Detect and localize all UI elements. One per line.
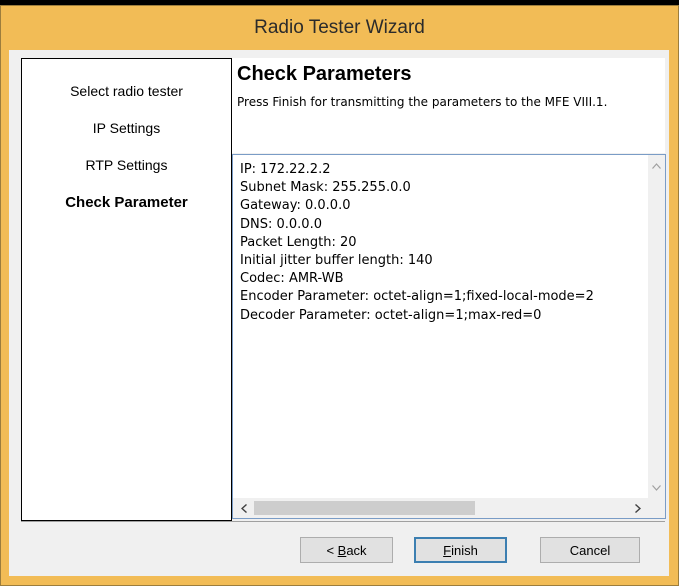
horizontal-scrollbar[interactable] [233, 498, 648, 518]
parameter-line: Gateway: 0.0.0.0 [240, 198, 351, 214]
finish-button-mnemonic: F [443, 542, 452, 558]
wizard-client-area: Select radio tester IP Settings RTP Sett… [9, 50, 669, 576]
chevron-down-icon[interactable] [648, 479, 665, 496]
parameter-line: Packet Length: 20 [240, 234, 357, 250]
step-select-radio-tester: Select radio tester [70, 83, 183, 99]
horizontal-scroll-thumb[interactable] [254, 501, 475, 515]
page-description: Press Finish for transmitting the parame… [237, 95, 608, 109]
finish-button-rest: inish [451, 542, 478, 558]
finish-button[interactable]: Finish [414, 537, 507, 563]
step-ip-settings: IP Settings [92, 120, 161, 136]
parameter-line: IP: 172.22.2.2 [240, 162, 331, 177]
parameter-line: Initial jitter buffer length: 140 [240, 253, 433, 269]
parameter-line: Codec: AMR-WB [240, 271, 344, 287]
chevron-right-icon[interactable] [629, 498, 646, 518]
parameter-line: Subnet Mask: 255.255.0.0 [240, 180, 411, 196]
parameter-line: Decoder Parameter: octet-align=1;max-red… [240, 307, 542, 323]
step-rtp-settings: RTP Settings [85, 157, 168, 173]
chevron-up-icon[interactable] [648, 157, 665, 174]
window-title: Radio Tester Wizard [254, 17, 425, 38]
parameters-list: IP: 172.22.2.2 Subnet Mask: 255.255.0.0 … [240, 161, 594, 325]
chevron-left-icon[interactable] [235, 498, 252, 518]
scrollbar-corner [648, 498, 665, 518]
steps-panel: Select radio tester IP Settings RTP Sett… [21, 58, 232, 521]
page-header: Check Parameters Press Finish for transm… [232, 58, 665, 153]
parameters-textbox[interactable]: IP: 172.22.2.2 Subnet Mask: 255.255.0.0 … [232, 154, 666, 519]
vertical-scrollbar[interactable] [648, 155, 665, 498]
step-check-parameter: Check Parameter [65, 194, 188, 211]
parameter-line: DNS: 0.0.0.0 [240, 216, 322, 232]
cancel-button-label: Cancel [569, 542, 611, 558]
title-bar[interactable]: Radio Tester Wizard [1, 6, 678, 50]
back-button-prefix: < [326, 542, 338, 558]
back-button-rest: ack [346, 542, 367, 558]
button-separator [21, 521, 665, 522]
cancel-button[interactable]: Cancel [540, 537, 640, 563]
page-title: Check Parameters [237, 63, 412, 85]
back-button[interactable]: < Back [300, 537, 393, 563]
parameter-line: Encoder Parameter: octet-align=1;fixed-l… [240, 289, 594, 305]
wizard-window: Radio Tester Wizard Select radio tester … [0, 5, 679, 586]
back-button-mnemonic: B [337, 542, 347, 558]
